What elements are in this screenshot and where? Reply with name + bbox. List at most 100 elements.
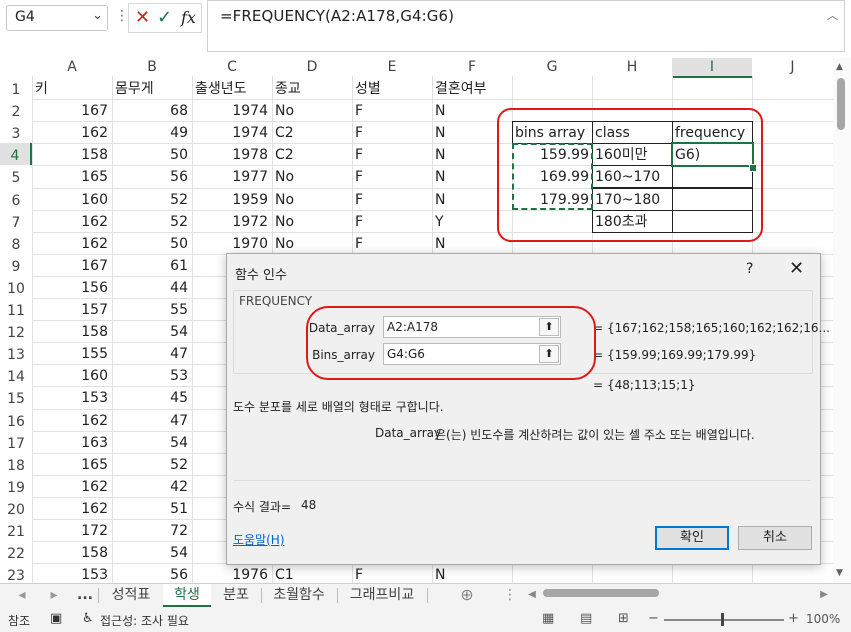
- cell-f6[interactable]: N: [435, 188, 445, 210]
- cell-b8[interactable]: 50: [112, 232, 188, 254]
- cell-d3[interactable]: C2: [275, 121, 294, 143]
- cell-b4[interactable]: 50: [112, 143, 188, 165]
- cell-c7[interactable]: 1972: [192, 210, 268, 232]
- column-header-i[interactable]: I: [672, 58, 752, 78]
- cell-b17[interactable]: 54: [112, 431, 188, 453]
- cell-a19[interactable]: 162: [32, 475, 108, 497]
- cell-b6[interactable]: 52: [112, 188, 188, 210]
- cell-a20[interactable]: 162: [32, 497, 108, 519]
- tab-scroll-prev-icon[interactable]: ◂: [14, 584, 30, 606]
- column-header-c[interactable]: C: [192, 58, 272, 76]
- zoom-slider[interactable]: [664, 619, 784, 621]
- help-link[interactable]: 도움말(H): [233, 531, 285, 548]
- cell-a2[interactable]: 167: [32, 99, 108, 121]
- cell-a23[interactable]: 153: [32, 563, 108, 585]
- cell-d5[interactable]: No: [275, 165, 294, 187]
- cell-d2[interactable]: No: [275, 99, 294, 121]
- tab-students[interactable]: 학생: [163, 584, 211, 607]
- cell-d23[interactable]: C1: [275, 563, 294, 585]
- tab-scroll-next-icon[interactable]: ▸: [46, 584, 62, 606]
- cell-e7[interactable]: F: [355, 210, 363, 232]
- cancel-button[interactable]: 취소: [738, 526, 812, 550]
- column-header-f[interactable]: F: [432, 58, 512, 76]
- cell-f3[interactable]: N: [435, 121, 445, 143]
- cell-b11[interactable]: 55: [112, 298, 188, 320]
- hscroll-right-arrow-icon[interactable]: ▶: [818, 584, 830, 606]
- cell-b5[interactable]: 56: [112, 165, 188, 187]
- row-header-23[interactable]: 23: [0, 563, 32, 585]
- vertical-scroll-thumb[interactable]: [837, 78, 845, 130]
- help-question-icon[interactable]: ?: [746, 261, 753, 277]
- normal-view-icon[interactable]: ▦: [542, 611, 554, 626]
- zoom-slider-thumb[interactable]: [721, 613, 724, 626]
- cell-a21[interactable]: 172: [32, 519, 108, 541]
- collapse-formula-bar-icon[interactable]: ︿: [827, 7, 838, 23]
- cell-c8[interactable]: 1970: [192, 232, 268, 254]
- cell-a15[interactable]: 153: [32, 386, 108, 408]
- hscroll-left-arrow-icon[interactable]: ◀: [526, 584, 538, 606]
- column-header-d[interactable]: D: [272, 58, 352, 76]
- cell-a1[interactable]: 키: [35, 77, 48, 99]
- row-header-13[interactable]: 13: [0, 342, 32, 364]
- more-tabs-button[interactable]: ...: [74, 584, 96, 606]
- row-header-22[interactable]: 22: [0, 541, 32, 563]
- column-header-j[interactable]: J: [752, 58, 833, 76]
- row-header-8[interactable]: 8: [0, 232, 32, 254]
- vertical-ellipsis-icon[interactable]: ⋮: [115, 8, 129, 24]
- cell-d6[interactable]: No: [275, 188, 294, 210]
- cell-d1[interactable]: 종교: [275, 77, 301, 99]
- cell-a8[interactable]: 162: [32, 232, 108, 254]
- cell-a14[interactable]: 160: [32, 364, 108, 386]
- horizontal-scroll-thumb[interactable]: [543, 589, 659, 597]
- cell-b19[interactable]: 42: [112, 475, 188, 497]
- row-header-6[interactable]: 6: [0, 188, 32, 210]
- cell-c1[interactable]: 출생년도: [195, 77, 247, 99]
- row-header-2[interactable]: 2: [0, 99, 32, 121]
- tab-graph-compare[interactable]: 그래프비교: [338, 584, 426, 606]
- row-header-9[interactable]: 9: [0, 254, 32, 276]
- cell-b3[interactable]: 49: [112, 121, 188, 143]
- cell-b13[interactable]: 47: [112, 342, 188, 364]
- column-header-a[interactable]: A: [32, 58, 112, 76]
- chevron-down-icon[interactable]: ⌄: [92, 8, 103, 23]
- close-icon[interactable]: ✕: [789, 258, 804, 279]
- cell-d4[interactable]: C2: [275, 143, 294, 165]
- tab-distribution[interactable]: 분포: [212, 584, 260, 606]
- cell-a11[interactable]: 157: [32, 298, 108, 320]
- cell-a9[interactable]: 167: [32, 254, 108, 276]
- vertical-ellipsis-icon[interactable]: ⋮: [503, 584, 517, 606]
- cell-f1[interactable]: 결혼여부: [435, 77, 487, 99]
- zoom-out-icon[interactable]: −: [648, 611, 659, 626]
- row-header-20[interactable]: 20: [0, 497, 32, 519]
- row-header-4[interactable]: 4: [0, 143, 32, 166]
- zoom-in-icon[interactable]: +: [788, 611, 799, 626]
- cell-c4[interactable]: 1978: [192, 143, 268, 165]
- name-box[interactable]: G4 ⌄: [6, 5, 108, 31]
- row-header-12[interactable]: 12: [0, 320, 32, 342]
- column-header-e[interactable]: E: [352, 58, 432, 76]
- column-header-h[interactable]: H: [592, 58, 672, 76]
- row-header-19[interactable]: 19: [0, 475, 32, 497]
- row-header-1[interactable]: 1: [0, 77, 32, 99]
- cell-a6[interactable]: 160: [32, 188, 108, 210]
- cell-a17[interactable]: 163: [32, 431, 108, 453]
- macro-record-icon[interactable]: ▣: [50, 611, 62, 626]
- cell-b21[interactable]: 72: [112, 519, 188, 541]
- cancel-icon[interactable]: ✕: [135, 7, 150, 28]
- cell-a3[interactable]: 162: [32, 121, 108, 143]
- cell-f23[interactable]: N: [435, 563, 445, 585]
- cell-a16[interactable]: 162: [32, 409, 108, 431]
- insert-function-icon[interactable]: fx: [181, 8, 196, 27]
- cell-f5[interactable]: N: [435, 165, 445, 187]
- cell-b14[interactable]: 53: [112, 364, 188, 386]
- cell-e2[interactable]: F: [355, 99, 363, 121]
- cell-e1[interactable]: 성별: [355, 77, 381, 99]
- cell-c3[interactable]: 1974: [192, 121, 268, 143]
- accessibility-icon[interactable]: ♿: [82, 611, 94, 626]
- cell-f7[interactable]: Y: [435, 210, 444, 232]
- accessibility-status[interactable]: 접근성: 조사 필요: [100, 612, 189, 629]
- cell-a4[interactable]: 158: [32, 143, 108, 165]
- cell-b2[interactable]: 68: [112, 99, 188, 121]
- cell-b16[interactable]: 47: [112, 409, 188, 431]
- cell-b15[interactable]: 45: [112, 386, 188, 408]
